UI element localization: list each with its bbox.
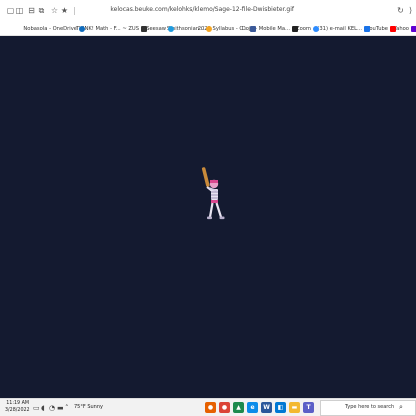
youtube-icon bbox=[390, 26, 396, 32]
seesaw-icon bbox=[168, 26, 174, 32]
split-screen-icon[interactable]: ⊟ bbox=[27, 6, 36, 15]
clock-date: 3/28/2022 bbox=[5, 408, 30, 413]
skeleton-leg bbox=[208, 202, 214, 218]
tab-actions-icon[interactable]: ◫ bbox=[15, 6, 24, 15]
bookmark-think-math[interactable]: THINK! Math - F... ~ ZUS bbox=[76, 24, 147, 34]
bookmark-yahoo[interactable]: Yahoo bbox=[394, 24, 416, 34]
game-canvas[interactable] bbox=[0, 36, 416, 398]
edge-icon[interactable]: e bbox=[247, 402, 258, 413]
zoom-icon bbox=[313, 26, 319, 32]
chevron-up-icon[interactable]: ˄ bbox=[65, 404, 69, 412]
math-icon bbox=[141, 26, 147, 32]
skeleton-foot bbox=[207, 216, 212, 220]
photos-icon[interactable]: ▲ bbox=[233, 402, 244, 413]
bookmark-mail[interactable]: (31) e-mail KEL... bbox=[317, 24, 370, 34]
explorer-icon[interactable]: ▬ bbox=[289, 402, 300, 413]
star-icon[interactable]: ★ bbox=[60, 6, 69, 15]
clock-time: 11:19 AM bbox=[6, 401, 29, 406]
search-icon[interactable]: ⌕ bbox=[399, 403, 403, 412]
bookmark-seesaw[interactable]: Seesaw bbox=[146, 24, 174, 34]
bookmark-label: Zoom bbox=[296, 26, 311, 32]
collections-icon[interactable]: ⧉ bbox=[37, 6, 46, 15]
skeleton-batter-sprite bbox=[201, 167, 225, 220]
toolbar-divider bbox=[74, 7, 75, 15]
notification-icon[interactable]: ▭ bbox=[33, 404, 40, 412]
bookmark-label: Nobasola - OneDrive bbox=[23, 26, 77, 32]
chrome-icon[interactable]: ● bbox=[219, 402, 230, 413]
bat bbox=[201, 167, 210, 187]
onedrive-icon bbox=[79, 26, 85, 32]
store-icon[interactable]: ◧ bbox=[275, 402, 286, 413]
battery-icon[interactable]: ▬ bbox=[57, 404, 64, 412]
skeleton-foot bbox=[219, 216, 225, 220]
firefox-icon[interactable]: ● bbox=[205, 402, 216, 413]
bookmark-label: Yahoo bbox=[393, 26, 409, 32]
skeleton-leg bbox=[215, 202, 223, 218]
bookmark-youtube[interactable]: YouTube bbox=[367, 24, 396, 34]
bookmark-zoom[interactable]: Zoom bbox=[296, 24, 319, 34]
bookmarks-bar: Yahoo YouTube (31) e-mail KEL... Zoom Do… bbox=[0, 22, 416, 36]
favorites-icon[interactable]: ☆ bbox=[50, 6, 59, 15]
search-input[interactable]: Type here to search bbox=[345, 404, 394, 410]
reload-icon[interactable]: ↻ bbox=[396, 6, 405, 15]
screen: ▢ ◫ ⊟ ⧉ ☆ ★ kelocas.beuke.com/kelohks/kl… bbox=[0, 0, 416, 416]
taskbar: 11:19 AM 3/28/2022 ▭ ◖ ◔ ▬ ˄ 75°F Sunny … bbox=[0, 398, 416, 416]
back-icon[interactable]: ⟩ bbox=[406, 6, 415, 15]
yahoo-icon bbox=[411, 26, 416, 32]
bookmark-label: THINK! Math - F... ~ ZUS bbox=[75, 26, 139, 32]
bookmark-label: YouTube bbox=[366, 26, 388, 32]
bookmark-onedrive[interactable]: Nobasola - OneDrive bbox=[23, 24, 85, 34]
skeleton-cap bbox=[210, 180, 218, 183]
address-bar-url[interactable]: kelocas.beuke.com/kelohks/klemo/Sage-12-… bbox=[110, 6, 294, 13]
browser-toolbar: ▢ ◫ ⊟ ⧉ ☆ ★ kelocas.beuke.com/kelohks/kl… bbox=[0, 0, 416, 22]
window-icon[interactable]: ▢ bbox=[6, 6, 15, 15]
bookmark-label: (31) e-mail KEL... bbox=[317, 26, 362, 32]
word-icon[interactable]: W bbox=[261, 402, 272, 413]
document-icon bbox=[250, 26, 256, 32]
smithsonian-icon bbox=[206, 26, 212, 32]
bookmark-label: Seesaw bbox=[146, 26, 166, 32]
mail-icon bbox=[364, 26, 370, 32]
teams-icon[interactable]: T bbox=[303, 402, 314, 413]
wifi-icon[interactable]: ◔ bbox=[49, 404, 55, 412]
clock[interactable]: 11:19 AM 3/28/2022 bbox=[5, 400, 30, 414]
weather-widget[interactable]: 75°F Sunny bbox=[74, 404, 103, 410]
dojo-icon bbox=[292, 26, 298, 32]
skeleton-belt bbox=[211, 200, 218, 203]
volume-icon[interactable]: ◖ bbox=[41, 404, 45, 412]
